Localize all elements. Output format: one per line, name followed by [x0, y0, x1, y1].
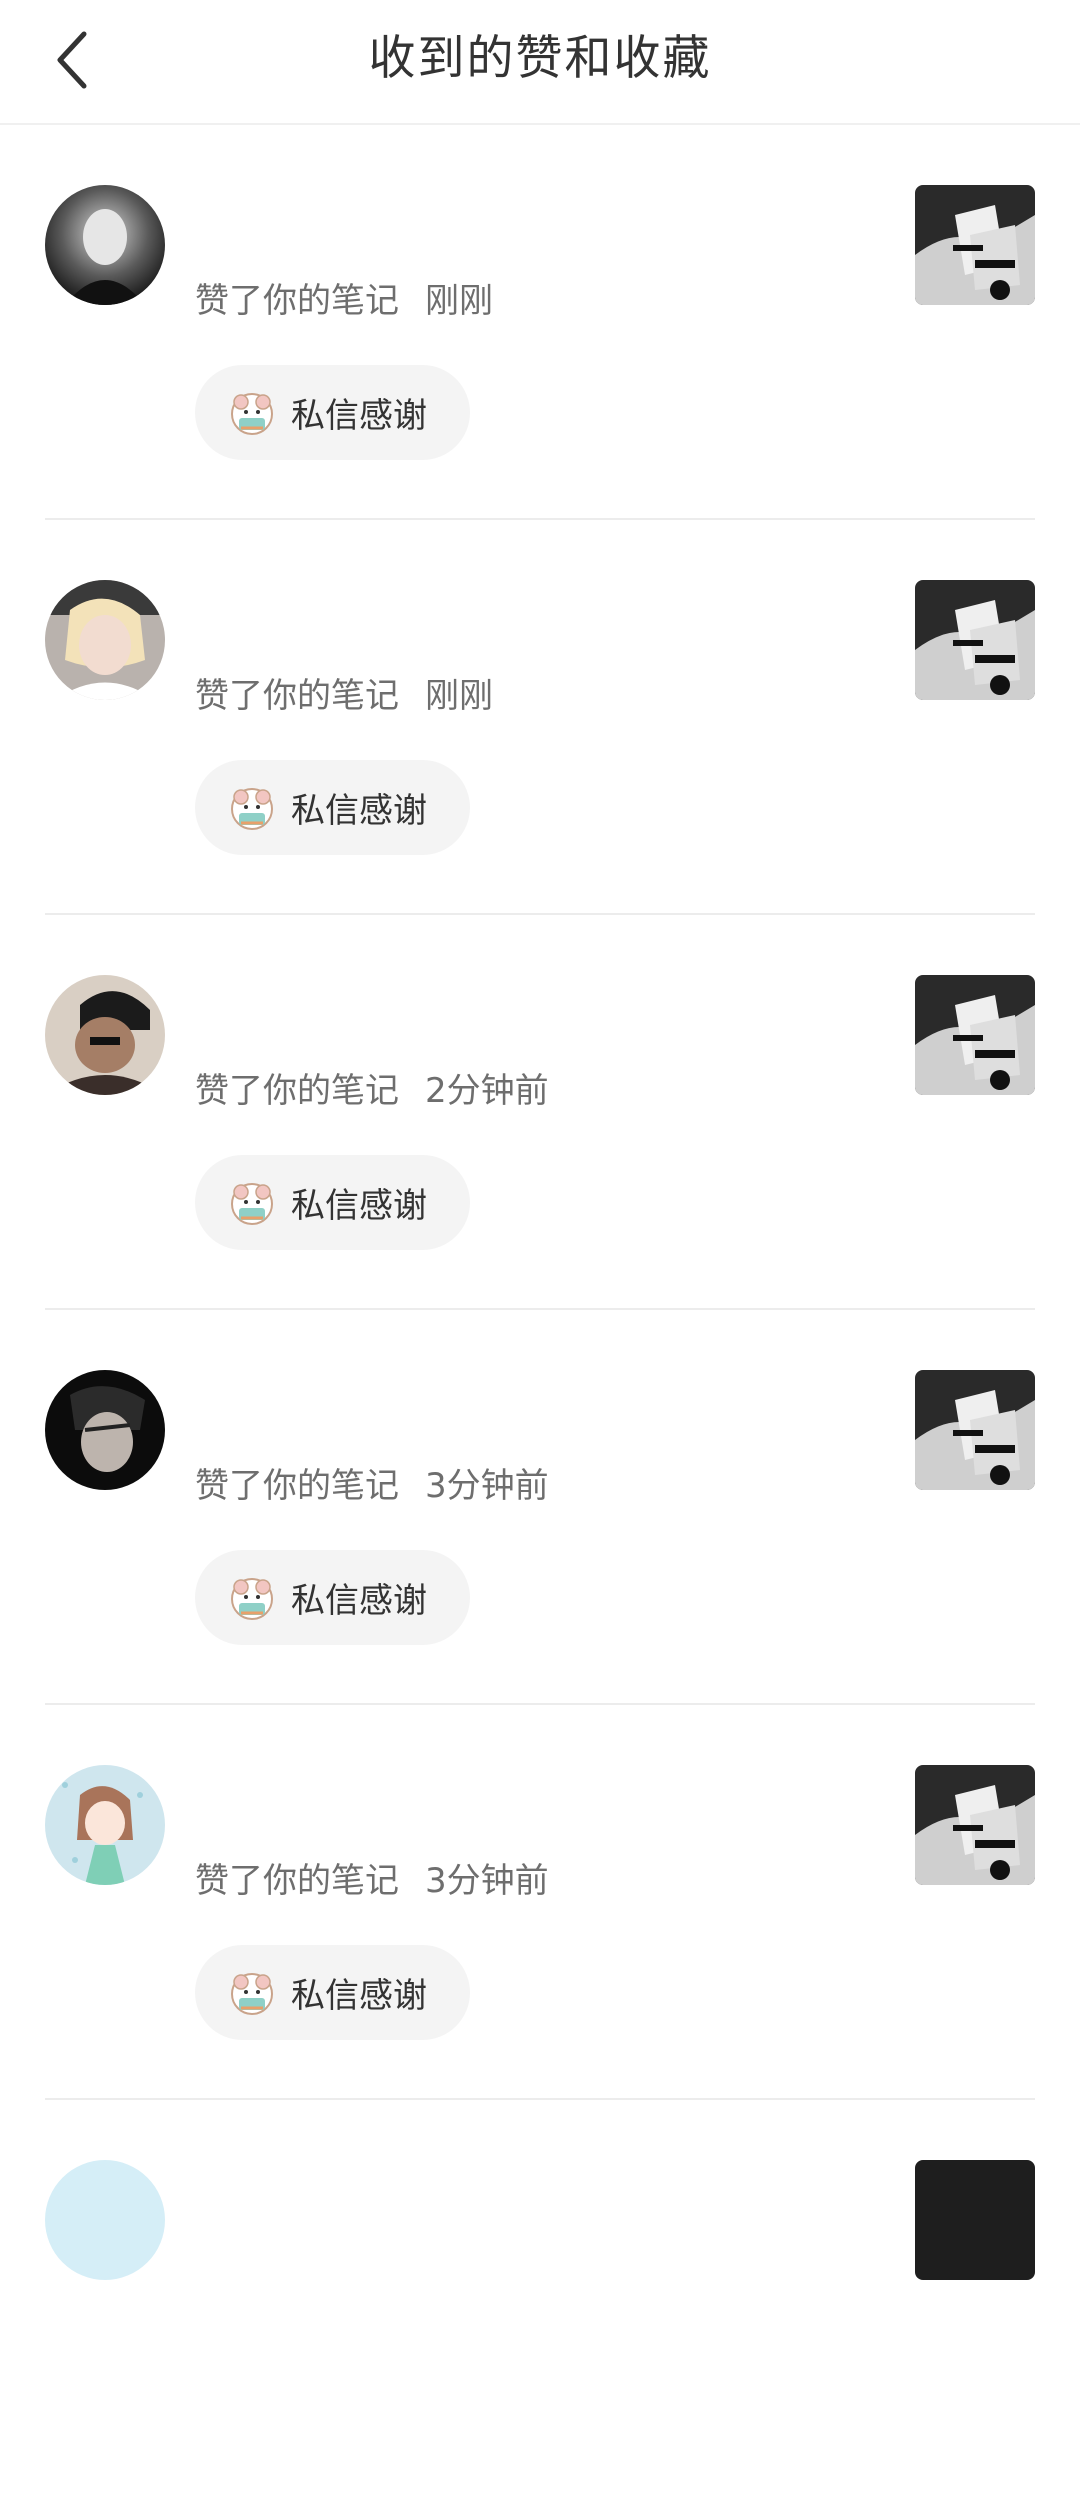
list-item[interactable]: 赞了你的笔记 2分钟前 私信感谢 [0, 915, 1080, 1310]
user-avatar[interactable] [45, 580, 165, 700]
user-avatar[interactable] [45, 1765, 165, 1885]
list-item[interactable] [0, 2100, 1080, 2495]
list-item[interactable]: 赞了你的笔记 3分钟前 私信感谢 [0, 1310, 1080, 1705]
user-avatar[interactable] [45, 975, 165, 1095]
action-text: 赞了你的笔记 [195, 1466, 399, 1506]
action-text: 赞了你的笔记 [195, 1861, 399, 1901]
message-thanks-button[interactable]: 私信感谢 [195, 365, 470, 460]
action-text: 赞了你的笔记 [195, 676, 399, 716]
sheep-emoji-icon [231, 1577, 273, 1620]
button-label: 私信感谢 [291, 1186, 427, 1226]
note-thumbnail[interactable] [915, 1370, 1035, 1490]
sheep-emoji-icon [231, 1182, 273, 1225]
notification-text: 赞了你的笔记 刚刚 [195, 668, 493, 717]
notification-text: 赞了你的笔记 3分钟前 [195, 1458, 549, 1507]
action-text: 赞了你的笔记 [195, 281, 399, 321]
button-label: 私信感谢 [291, 791, 427, 831]
button-label: 私信感谢 [291, 396, 427, 436]
button-label: 私信感谢 [291, 1976, 427, 2016]
time-text: 刚刚 [425, 676, 493, 716]
message-thanks-button[interactable]: 私信感谢 [195, 1945, 470, 2040]
button-label: 私信感谢 [291, 1581, 427, 1621]
user-avatar[interactable] [45, 185, 165, 305]
time-text: 刚刚 [425, 281, 493, 321]
list-item[interactable]: 赞了你的笔记 3分钟前 私信感谢 [0, 1705, 1080, 2100]
top-bar: 收到的赞和收藏 [0, 0, 1080, 125]
sheep-emoji-icon [231, 392, 273, 435]
action-text: 赞了你的笔记 [195, 1071, 399, 1111]
list-item[interactable]: 赞了你的笔记 刚刚 私信感谢 [0, 520, 1080, 915]
time-text: 3分钟前 [425, 1466, 549, 1506]
notification-text: 赞了你的笔记 刚刚 [195, 273, 493, 322]
notification-text: 赞了你的笔记 3分钟前 [195, 1853, 549, 1902]
sheep-emoji-icon [231, 787, 273, 830]
note-thumbnail[interactable] [915, 185, 1035, 305]
message-thanks-button[interactable]: 私信感谢 [195, 1155, 470, 1250]
note-thumbnail[interactable] [915, 1765, 1035, 1885]
note-thumbnail[interactable] [915, 975, 1035, 1095]
page-title: 收到的赞和收藏 [368, 31, 712, 86]
sheep-emoji-icon [231, 1972, 273, 2015]
message-thanks-button[interactable]: 私信感谢 [195, 760, 470, 855]
note-thumbnail[interactable] [915, 580, 1035, 700]
list-item[interactable]: 赞了你的笔记 刚刚 私信感谢 [0, 125, 1080, 520]
notification-list: 赞了你的笔记 刚刚 私信感谢 赞了你的笔记 刚刚 私信感谢 赞了你的笔记 2分钟… [0, 125, 1080, 2495]
message-thanks-button[interactable]: 私信感谢 [195, 1550, 470, 1645]
time-text: 2分钟前 [425, 1071, 549, 1111]
time-text: 3分钟前 [425, 1861, 549, 1901]
user-avatar[interactable] [45, 2160, 165, 2280]
notification-text: 赞了你的笔记 2分钟前 [195, 1063, 549, 1112]
note-thumbnail[interactable] [915, 2160, 1035, 2280]
user-avatar[interactable] [45, 1370, 165, 1490]
